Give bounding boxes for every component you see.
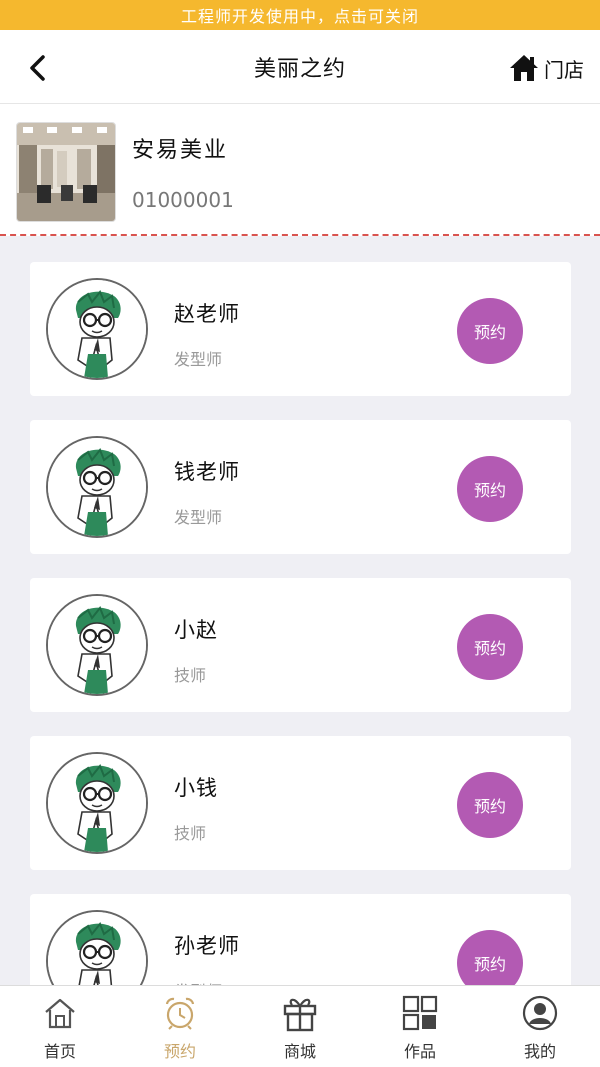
home-icon <box>40 992 80 1034</box>
stylist-avatar <box>46 278 148 380</box>
chevron-left-icon <box>30 55 45 81</box>
book-button[interactable]: 预约 <box>457 456 523 522</box>
store-info[interactable]: 安易美业 01000001 <box>0 104 600 236</box>
top-navbar: 美丽之约 门店 <box>0 30 600 104</box>
stylist-card[interactable]: 钱老师发型师 预约 <box>30 420 571 554</box>
stylist-role: 发型师 <box>174 978 222 985</box>
stylist-card[interactable]: 赵老师发型师 预约 <box>30 262 571 396</box>
tab-home[interactable]: 首页 <box>0 986 120 1067</box>
tab-label: 商城 <box>283 1042 316 1061</box>
tab-label: 我的 <box>523 1042 556 1061</box>
bottom-tab-bar: 首页 预约 商城 作品 我的 <box>0 985 600 1067</box>
tab-booking[interactable]: 预约 <box>120 986 240 1067</box>
tab-mall[interactable]: 商城 <box>240 986 360 1067</box>
stylist-name: 赵老师 <box>174 302 240 326</box>
stylist-avatar <box>46 594 148 696</box>
stylist-card[interactable]: 小赵技师 预约 <box>30 578 571 712</box>
stylist-name: 小钱 <box>174 776 218 800</box>
tab-label: 首页 <box>43 1042 76 1061</box>
stylist-card[interactable]: 孙老师发型师 预约 <box>30 894 571 985</box>
home-icon <box>510 55 538 81</box>
store-button-label: 门店 <box>544 57 584 82</box>
dev-mode-banner[interactable]: 工程师开发使用中，点击可关闭 <box>0 0 600 30</box>
stylist-card[interactable]: 小钱技师 预约 <box>30 736 571 870</box>
stylist-avatar <box>46 910 148 985</box>
store-photo <box>16 122 116 222</box>
stylist-name: 钱老师 <box>174 460 240 484</box>
tab-label: 预约 <box>163 1042 196 1061</box>
back-button[interactable] <box>18 48 58 88</box>
store-id: 01000001 <box>132 188 234 212</box>
tab-label: 作品 <box>403 1042 436 1061</box>
stylist-role: 发型师 <box>174 350 223 369</box>
stylist-role: 发型师 <box>174 508 223 527</box>
stylist-role: 技师 <box>174 666 207 685</box>
tab-works[interactable]: 作品 <box>360 986 480 1067</box>
gift-icon <box>280 992 320 1034</box>
book-button[interactable]: 预约 <box>457 614 523 680</box>
alarm-clock-icon <box>160 992 200 1034</box>
book-button[interactable]: 预约 <box>457 772 523 838</box>
stylist-name: 孙老师 <box>174 934 240 958</box>
stylist-avatar <box>46 436 148 538</box>
stylist-list[interactable]: 赵老师发型师预约钱老师发型师预约小赵技师预约小钱技师预约孙老师发型师预约 <box>0 238 600 985</box>
book-button[interactable]: 预约 <box>457 298 523 364</box>
grid-icon <box>400 992 440 1034</box>
book-button[interactable]: 预约 <box>457 930 523 985</box>
user-icon <box>520 992 560 1034</box>
tab-mine[interactable]: 我的 <box>480 986 600 1067</box>
store-name: 安易美业 <box>132 138 229 163</box>
stylist-role: 技师 <box>174 824 207 843</box>
page-title: 美丽之约 <box>253 57 346 82</box>
store-button[interactable]: 门店 <box>508 48 584 88</box>
stylist-name: 小赵 <box>174 618 218 642</box>
stylist-avatar <box>46 752 148 854</box>
